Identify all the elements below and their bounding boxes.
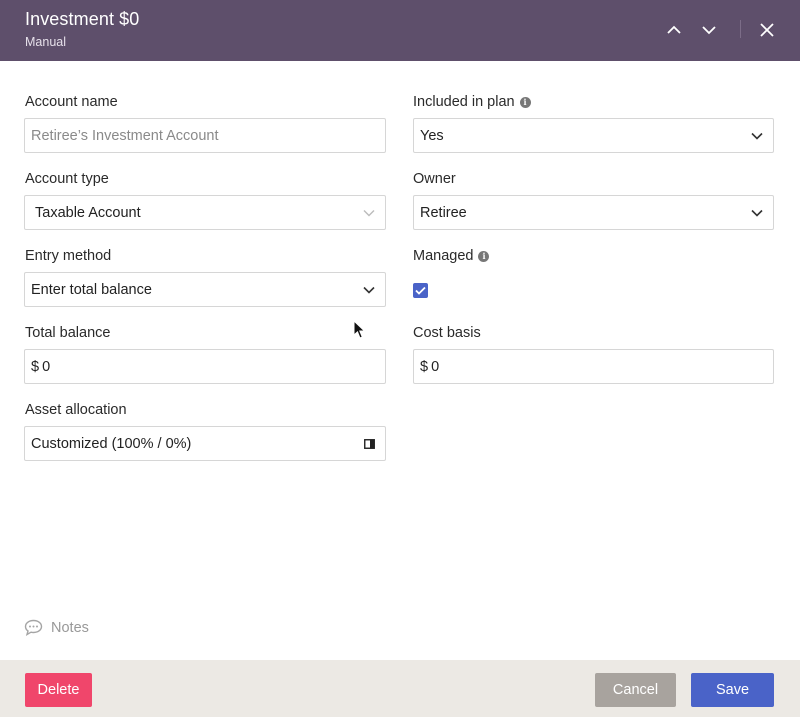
managed-label-text: Managed (413, 248, 474, 264)
cost-basis-label-text: Cost basis (413, 325, 481, 341)
chevron-down-icon (702, 26, 716, 35)
chevron-up-icon (667, 25, 681, 34)
cancel-button[interactable]: Cancel (595, 673, 676, 707)
modal-subtitle: Manual (25, 35, 66, 49)
owner-label-text: Owner (413, 171, 456, 187)
account-name-label-text: Account name (25, 94, 118, 110)
total-balance-field[interactable]: $ 0 (24, 349, 386, 384)
managed-checkbox[interactable] (413, 283, 428, 298)
asset-allocation-label: Asset allocation (25, 402, 127, 418)
account-type-label: Account type (25, 171, 109, 187)
comment-icon (24, 619, 43, 636)
asset-allocation-value: Customized (100% / 0%) (31, 435, 192, 452)
modal-header: Investment $0 Manual (0, 0, 800, 61)
managed-label: Managed i (413, 248, 490, 264)
asset-allocation-label-text: Asset allocation (25, 402, 127, 418)
included-in-plan-label-text: Included in plan (413, 94, 515, 110)
entry-method-label-text: Entry method (25, 248, 112, 264)
cost-basis-value: 0 (431, 358, 440, 375)
owner-label: Owner (413, 171, 456, 187)
included-in-plan-label: Included in plan i (413, 94, 531, 110)
notes-label: Notes (51, 619, 89, 636)
account-type-label-text: Account type (25, 171, 109, 187)
currency-prefix: $ (420, 358, 429, 375)
chevron-down-icon (751, 207, 763, 219)
account-name-input[interactable] (31, 127, 375, 144)
chevron-down-icon (751, 130, 763, 142)
close-button[interactable] (755, 18, 779, 42)
modal-footer: Delete Cancel Save (0, 660, 800, 717)
previous-button[interactable] (662, 18, 686, 42)
notes-toggle[interactable]: Notes (24, 619, 89, 636)
chevron-down-icon (363, 284, 375, 296)
account-name-label: Account name (25, 94, 118, 110)
included-in-plan-select[interactable]: Yes (413, 118, 774, 153)
account-type-select[interactable]: Taxable Account (24, 195, 386, 230)
checkmark-icon (415, 286, 426, 295)
total-balance-value: 0 (42, 358, 51, 375)
delete-button[interactable]: Delete (25, 673, 92, 707)
included-in-plan-value: Yes (420, 127, 444, 144)
asset-allocation-field[interactable]: Customized (100% / 0%) (24, 426, 386, 461)
header-divider (740, 20, 741, 38)
cost-basis-label: Cost basis (413, 325, 481, 341)
chevron-down-icon (363, 207, 375, 219)
panel-icon[interactable] (364, 438, 375, 449)
entry-method-select[interactable]: Enter total balance (24, 272, 386, 307)
total-balance-label: Total balance (25, 325, 110, 341)
entry-method-value: Enter total balance (31, 281, 152, 298)
mouse-cursor-icon (353, 319, 366, 345)
next-button[interactable] (697, 18, 721, 42)
owner-select[interactable]: Retiree (413, 195, 774, 230)
total-balance-label-text: Total balance (25, 325, 111, 341)
owner-value: Retiree (420, 204, 467, 221)
currency-prefix: $ (31, 358, 40, 375)
info-icon[interactable]: i (478, 250, 490, 262)
entry-method-label: Entry method (25, 248, 111, 264)
modal-title: Investment $0 (25, 9, 140, 29)
close-icon (760, 23, 774, 37)
cost-basis-field[interactable]: $ 0 (413, 349, 774, 384)
account-type-value: Taxable Account (35, 204, 141, 221)
save-button[interactable]: Save (691, 673, 774, 707)
account-name-field[interactable] (24, 118, 386, 153)
info-icon[interactable]: i (519, 96, 531, 108)
